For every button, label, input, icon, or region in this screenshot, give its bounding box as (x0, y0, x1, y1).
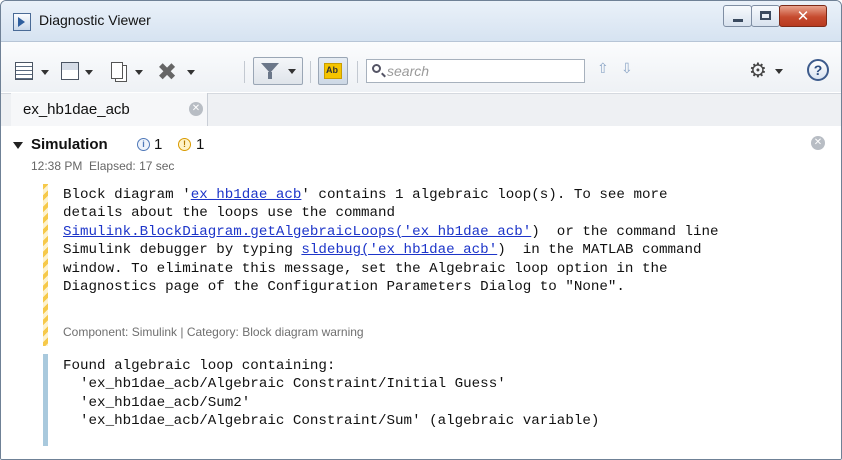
diagnostic-viewer-window: Diagnostic Viewer ✕ ✖ Ab ⇧ ⇩ (0, 0, 842, 460)
app-icon (13, 13, 31, 31)
message-text: ' contains 1 algebraic loop(s). To see m… (301, 187, 668, 203)
message-text: Simulink debugger by typing (63, 242, 302, 259)
message-text: ) or the command line (531, 223, 719, 240)
message-text: details about the loops use the command (63, 205, 396, 222)
message-text: Block diagram ' (63, 187, 191, 203)
warning-count: 1 (196, 136, 205, 153)
sldebug-link[interactable]: sldebug('ex_hb1dae_acb' (301, 242, 497, 258)
search-input[interactable] (387, 62, 577, 80)
info-message: Found algebraic loop containing: 'ex_hb1… (63, 357, 599, 431)
tab-label: ex_hb1dae_acb (23, 101, 130, 118)
view-options-button[interactable] (13, 59, 55, 85)
title-bar: Diagnostic Viewer ✕ (1, 1, 841, 42)
toolbar-separator (310, 61, 311, 83)
tab-strip: ex_hb1dae_acb ✕ (1, 93, 841, 127)
message-text: ) in the MATLAB command (497, 242, 702, 259)
close-icon: ✕ (796, 7, 810, 25)
chevron-down-icon (187, 70, 195, 75)
clear-icon: ✖ (157, 58, 178, 86)
filter-button[interactable] (253, 57, 303, 85)
help-icon[interactable]: ? (807, 59, 829, 81)
message-text: window. To eliminate this message, set t… (63, 260, 668, 277)
settings-button[interactable]: ⚙ (745, 57, 789, 85)
warning-message: Block diagram 'ex_hb1dae_acb' contains 1… (63, 186, 719, 296)
chevron-down-icon (41, 70, 49, 75)
message-line: 'ex_hb1dae_acb/Algebraic Constraint/Init… (63, 376, 506, 393)
message-line: 'ex_hb1dae_acb/Algebraic Constraint/Sum'… (63, 413, 600, 430)
collapse-chevron-icon[interactable] (13, 142, 23, 149)
search-box[interactable] (366, 59, 585, 83)
chevron-down-icon (135, 70, 143, 75)
section-title[interactable]: Simulation (31, 136, 108, 153)
model-link[interactable]: ex_hb1dae_acb (191, 187, 302, 203)
section-time: 12:38 PM Elapsed: 17 sec (31, 159, 174, 173)
get-algebraic-loops-link[interactable]: Simulink.BlockDiagram.getAlgebraicLoops(… (63, 224, 531, 240)
copy-button[interactable] (107, 59, 149, 85)
down-arrow-icon[interactable]: ⇩ (621, 61, 633, 77)
highlight-icon: Ab (324, 63, 342, 79)
minimize-icon (733, 19, 743, 22)
warning-stripe (43, 184, 48, 346)
maximize-button[interactable] (751, 5, 780, 27)
elapsed-time: Elapsed: 17 sec (89, 159, 175, 173)
copy-icon (111, 62, 123, 79)
toolbar-separator (357, 61, 358, 83)
search-icon (372, 64, 381, 73)
save-icon (61, 62, 79, 80)
toolbar-separator (244, 61, 245, 83)
highlight-button[interactable]: Ab (318, 57, 348, 85)
message-line: 'ex_hb1dae_acb/Sum2' (63, 394, 251, 411)
window-title: Diagnostic Viewer (39, 12, 151, 28)
save-button[interactable] (59, 59, 101, 85)
chevron-down-icon (775, 69, 783, 74)
filter-stem (268, 72, 272, 79)
message-meta: Component: Simulink | Category: Block di… (63, 325, 364, 339)
clear-button[interactable]: ✖ (155, 58, 201, 86)
warning-icon: ! (178, 138, 191, 151)
view-options-icon (15, 62, 33, 80)
gear-icon: ⚙ (749, 58, 767, 82)
info-icon: i (137, 138, 150, 151)
maximize-icon (760, 11, 771, 20)
info-stripe (43, 354, 48, 446)
info-count: 1 (154, 136, 163, 153)
minimize-button[interactable] (723, 5, 752, 27)
message-line: Found algebraic loop containing: (63, 358, 336, 374)
message-text: Diagnostics page of the Configuration Pa… (63, 279, 625, 296)
up-arrow-icon[interactable]: ⇧ (597, 61, 609, 77)
tab-ex-hb1dae-acb[interactable]: ex_hb1dae_acb ✕ (11, 93, 208, 126)
diagnostics-pane: Simulation i 1 ! 1 ✕ 12:38 PM Elapsed: 1… (1, 126, 841, 459)
chevron-down-icon (85, 70, 93, 75)
run-time: 12:38 PM (31, 159, 83, 173)
section-close-icon[interactable]: ✕ (811, 136, 825, 150)
close-window-button[interactable]: ✕ (779, 5, 827, 27)
tab-close-icon[interactable]: ✕ (189, 102, 203, 116)
chevron-down-icon (288, 69, 296, 74)
